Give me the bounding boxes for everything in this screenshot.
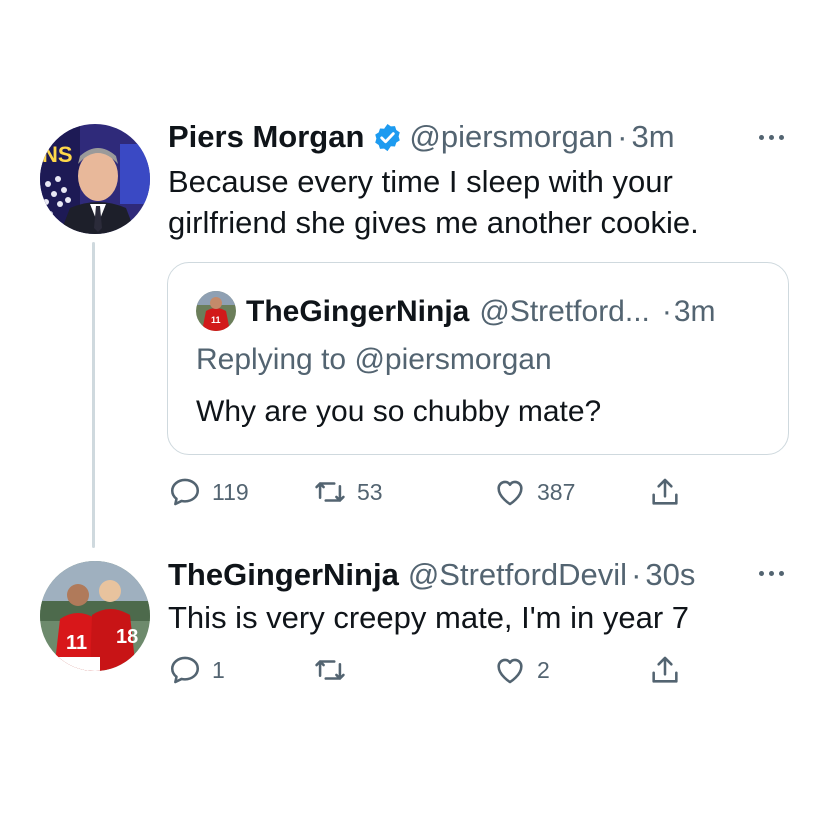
- svg-text:11: 11: [66, 632, 87, 654]
- svg-text:NS: NS: [42, 142, 73, 167]
- reply-icon: [170, 656, 200, 684]
- more-options-icon[interactable]: [753, 131, 789, 143]
- quoted-header: TheGingerNinja @Stretford... · 3m: [246, 291, 716, 333]
- replying-to-mention[interactable]: @piersmorgan: [354, 343, 551, 376]
- reply-text: This is very creepy mate, I'm in year 7: [168, 600, 690, 635]
- heart-icon: [497, 480, 523, 506]
- avatar-piers-morgan-icon: NS: [40, 124, 150, 234]
- avatar-ginger-ninja-icon: 11 18: [40, 561, 150, 671]
- tweet-header: Piers Morgan @piersmorgan · 3m: [168, 115, 675, 159]
- svg-text:11: 11: [211, 315, 221, 325]
- share-icon: [652, 478, 678, 505]
- avatar-ginger-ninja-icon: 11: [196, 291, 236, 331]
- reply-header: TheGingerNinja @StretfordDevil · 30s: [168, 553, 695, 597]
- quoted-author-handle[interactable]: @Stretford...: [479, 295, 650, 329]
- reply-button[interactable]: 1: [168, 650, 225, 690]
- separator-dot: ·: [631, 557, 642, 592]
- tweet-timestamp[interactable]: 3m: [632, 119, 675, 155]
- tweet-text-line: Because every time I sleep with your: [168, 164, 673, 199]
- reply-count: 1: [212, 656, 225, 683]
- replying-to-line: Replying to @piersmorgan: [196, 343, 552, 377]
- author-name[interactable]: Piers Morgan: [168, 119, 364, 155]
- like-button[interactable]: 387: [493, 472, 575, 512]
- tweet-text: Because every time I sleep with your gir…: [168, 161, 788, 243]
- retweet-button[interactable]: [313, 650, 357, 690]
- share-button[interactable]: [648, 472, 682, 512]
- retweet-count: 53: [357, 478, 383, 505]
- like-count: 387: [537, 478, 576, 505]
- avatar[interactable]: 11 18: [40, 561, 150, 671]
- avatar[interactable]: NS: [40, 124, 150, 234]
- reply-count: 119: [212, 478, 249, 505]
- separator-dot: ·: [661, 295, 672, 328]
- retweet-icon: [315, 482, 345, 502]
- quoted-tweet[interactable]: 11 TheGingerNinja @Stretford... · 3m Rep…: [167, 262, 789, 455]
- tweet-text-line: girlfriend she gives me another cookie.: [168, 205, 699, 240]
- separator-dot: ·: [617, 119, 628, 154]
- author-handle[interactable]: @piersmorgan: [409, 119, 613, 155]
- share-button[interactable]: [648, 650, 682, 690]
- like-button[interactable]: 2: [493, 650, 550, 690]
- author-handle[interactable]: @StretfordDevil: [408, 557, 627, 593]
- quoted-author-name[interactable]: TheGingerNinja: [246, 295, 469, 329]
- reply-actions: 1 2: [168, 650, 698, 690]
- quoted-avatar: 11: [196, 291, 236, 331]
- retweet-button[interactable]: 53: [313, 472, 383, 512]
- replying-to-prefix: Replying to: [196, 343, 347, 376]
- retweet-icon: [315, 660, 345, 680]
- quoted-timestamp[interactable]: 3m: [674, 295, 716, 329]
- thread-connector-line: [92, 242, 95, 548]
- reply-button[interactable]: 119: [168, 472, 249, 512]
- share-icon: [652, 656, 678, 683]
- like-count: 2: [537, 656, 550, 683]
- tweet-actions: 119 53 387: [168, 472, 698, 512]
- quoted-tweet-text: Why are you so chubby mate?: [196, 395, 602, 428]
- more-options-icon[interactable]: [753, 567, 789, 579]
- svg-text:18: 18: [116, 626, 138, 648]
- reply-timestamp[interactable]: 30s: [645, 557, 695, 593]
- reply-icon: [170, 478, 200, 506]
- verified-badge-icon: [372, 122, 403, 153]
- author-name[interactable]: TheGingerNinja: [168, 557, 399, 593]
- heart-icon: [497, 658, 523, 684]
